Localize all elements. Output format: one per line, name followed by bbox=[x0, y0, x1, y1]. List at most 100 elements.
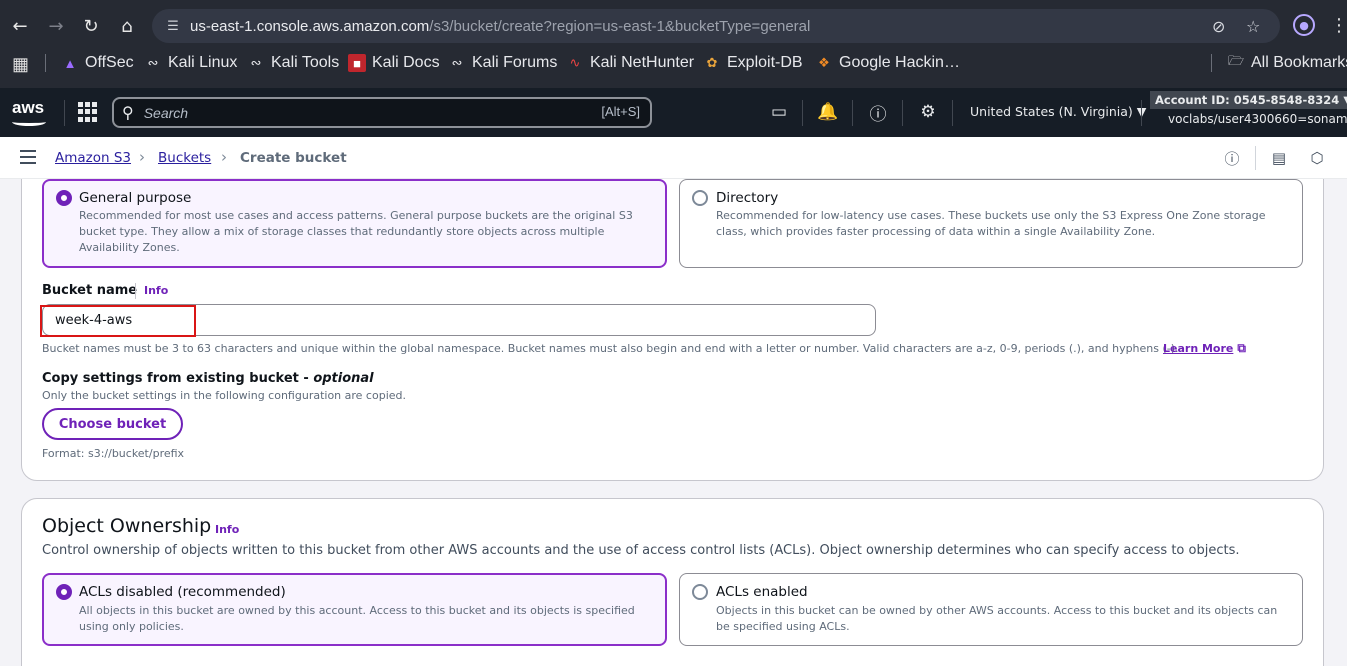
settings-gear-icon[interactable]: ⚙ bbox=[917, 101, 939, 123]
search-icon: ⚲ bbox=[122, 103, 134, 122]
breadcrumb: Amazon S3 › Buckets › Create bucket ⓘ ▤ … bbox=[0, 137, 1347, 179]
all-bookmarks[interactable]: 🗁 All Bookmarks bbox=[1227, 48, 1347, 78]
acls-enabled-option[interactable]: ACLs enabled Objects in this bucket can … bbox=[679, 573, 1303, 646]
nav-divider bbox=[64, 100, 65, 126]
tile-title: ACLs enabled bbox=[716, 584, 808, 600]
bookmark-offsec[interactable]: ▲ OffSec bbox=[61, 48, 134, 78]
nethunter-icon: ∿ bbox=[569, 55, 581, 70]
folder-icon: 🗁 bbox=[1227, 53, 1245, 68]
tile-description: Objects in this bucket can be owned by o… bbox=[716, 604, 1278, 633]
forward-button[interactable]: → bbox=[42, 12, 70, 40]
acls-disabled-option[interactable]: ACLs disabled (recommended) All objects … bbox=[42, 573, 667, 646]
url-path: /s3/bucket/create?region=us-east-1&bucke… bbox=[429, 17, 811, 35]
apps-grid-icon[interactable]: ▦ bbox=[12, 54, 29, 75]
address-bar[interactable]: ☰ us-east-1.console.aws.amazon.com/s3/bu… bbox=[152, 9, 1280, 43]
bookmark-label: Google Hackin… bbox=[839, 54, 960, 71]
bookmark-label: Exploit-DB bbox=[727, 54, 803, 71]
learn-more-label: Learn More bbox=[1163, 342, 1234, 355]
nav-divider bbox=[902, 100, 903, 126]
account-menu[interactable]: Account ID: 0545-8548-8324 ▼ bbox=[1150, 91, 1347, 109]
bucket-name-input[interactable] bbox=[42, 304, 876, 336]
all-bookmarks-label: All Bookmarks bbox=[1251, 54, 1347, 71]
object-ownership-info-link[interactable]: Info bbox=[215, 523, 239, 536]
radio-acls-enabled[interactable] bbox=[692, 584, 708, 600]
feedback-icon[interactable]: ⬡ bbox=[1307, 148, 1327, 168]
bookmark-label: OffSec bbox=[85, 54, 134, 71]
chevron-right-icon: › bbox=[221, 148, 227, 166]
profile-icon[interactable]: ● bbox=[1293, 14, 1315, 36]
account-id: Account ID: 0545-8548-8324 bbox=[1155, 93, 1340, 107]
user-role: voclabs/user4300660=sonam bbox=[1168, 112, 1347, 126]
bookmark-kali-linux[interactable]: ∾ Kali Linux bbox=[144, 48, 238, 78]
bookmark-label: Kali Docs bbox=[372, 54, 440, 71]
choose-bucket-button[interactable]: Choose bucket bbox=[42, 408, 183, 440]
star-icon[interactable]: ☆ bbox=[1246, 17, 1260, 36]
label-divider bbox=[135, 283, 136, 299]
hamburger-menu-icon[interactable] bbox=[20, 150, 36, 164]
breadcrumb-buckets[interactable]: Buckets bbox=[158, 150, 211, 166]
tile-title: General purpose bbox=[79, 190, 192, 206]
region-label: United States (N. Virginia) bbox=[970, 104, 1133, 119]
external-link-icon: ⧉ bbox=[1237, 341, 1246, 355]
learn-more-link[interactable]: Learn More ⧉ bbox=[1163, 341, 1246, 356]
tile-description: Recommended for low-latency use cases. T… bbox=[716, 209, 1266, 238]
search-input[interactable] bbox=[143, 104, 564, 121]
radio-acls-disabled[interactable] bbox=[56, 584, 72, 600]
breadcrumb-amazon-s3[interactable]: Amazon S3 bbox=[55, 150, 131, 166]
aws-logo-text: aws bbox=[12, 98, 45, 117]
exploit-db-icon: ✿ bbox=[706, 55, 718, 70]
bookmark-exploit-db[interactable]: ✿ Exploit-DB bbox=[703, 48, 803, 78]
copy-settings-desc: Only the bucket settings in the followin… bbox=[42, 389, 406, 402]
help-icon[interactable]: ⓘ bbox=[867, 101, 889, 125]
kebab-menu-icon[interactable]: ⋮ bbox=[1330, 12, 1347, 40]
optional-label: optional bbox=[313, 371, 374, 386]
tile-description: Recommended for most use cases and acces… bbox=[79, 209, 633, 254]
home-icon[interactable]: ⌂ bbox=[113, 12, 141, 40]
bucket-name-info-link[interactable]: Info bbox=[144, 284, 168, 297]
panel-toggle-icon[interactable]: ▤ bbox=[1269, 148, 1289, 168]
chevron-down-icon: ▼ bbox=[1343, 93, 1347, 107]
aws-smile-icon bbox=[12, 118, 46, 126]
nav-divider bbox=[852, 100, 853, 126]
info-icon[interactable]: ⓘ bbox=[1222, 148, 1242, 168]
browser-toolbar: ← → ↻ ⌂ ☰ us-east-1.console.aws.amazon.c… bbox=[0, 0, 1347, 88]
tile-title: ACLs disabled (recommended) bbox=[79, 584, 286, 600]
aws-top-nav: aws ⚲ [Alt+S] ▭ 🔔 ⓘ ⚙ United States (N. … bbox=[0, 88, 1347, 137]
bookmarks-bar: ▦ ▲ OffSec ∾ Kali Linux ∾ Kali Tools ■ Kali … bbox=[0, 48, 1347, 78]
copy-settings-format: Format: s3://bucket/prefix bbox=[42, 447, 185, 460]
aws-logo[interactable]: aws bbox=[12, 98, 46, 126]
notifications-bell-icon[interactable]: 🔔 bbox=[817, 101, 839, 123]
bookmark-kali-forums[interactable]: ∾ Kali Forums bbox=[448, 48, 558, 78]
aws-search-box[interactable]: ⚲ [Alt+S] bbox=[112, 97, 652, 128]
nav-divider bbox=[802, 100, 803, 126]
eye-off-icon[interactable]: ⊘ bbox=[1212, 17, 1225, 36]
services-menu-icon[interactable] bbox=[78, 102, 98, 122]
region-selector[interactable]: United States (N. Virginia) ▼ bbox=[970, 104, 1146, 119]
bucket-name-help: Bucket names must be 3 to 63 characters … bbox=[42, 342, 1179, 355]
toolbar-divider bbox=[1255, 146, 1256, 170]
copy-settings-label-text: Copy settings from existing bucket - bbox=[42, 371, 314, 386]
bookmark-kali-tools[interactable]: ∾ Kali Tools bbox=[247, 48, 340, 78]
ghdb-icon: ❖ bbox=[818, 55, 830, 70]
bookmark-label: Kali Forums bbox=[472, 54, 558, 71]
bookmark-kali-docs[interactable]: ■ Kali Docs bbox=[348, 48, 440, 78]
object-ownership-title: Object Ownership bbox=[42, 515, 212, 537]
reload-button[interactable]: ↻ bbox=[77, 12, 105, 40]
url-text[interactable]: us-east-1.console.aws.amazon.com/s3/buck… bbox=[190, 18, 810, 35]
url-host: us-east-1.console.aws.amazon.com bbox=[190, 17, 430, 35]
bucket-type-general-purpose[interactable]: General purpose Recommended for most use… bbox=[42, 179, 667, 268]
bucket-name-label: Bucket name bbox=[42, 283, 138, 298]
radio-general-purpose[interactable] bbox=[56, 190, 72, 206]
offsec-icon: ▲ bbox=[63, 55, 77, 71]
back-button[interactable]: ← bbox=[6, 12, 34, 40]
bucket-type-directory[interactable]: Directory Recommended for low-latency us… bbox=[679, 179, 1303, 268]
radio-directory[interactable] bbox=[692, 190, 708, 206]
search-shortcut: [Alt+S] bbox=[601, 104, 640, 119]
site-info-icon[interactable]: ☰ bbox=[162, 15, 184, 37]
bookmark-kali-nethunter[interactable]: ∿ Kali NetHunter bbox=[566, 48, 695, 78]
nav-divider bbox=[952, 100, 953, 126]
bookmark-google-hacking[interactable]: ❖ Google Hackin… bbox=[815, 48, 960, 78]
chevron-right-icon: › bbox=[139, 148, 145, 166]
bookmark-label: Kali NetHunter bbox=[590, 54, 695, 71]
cloudshell-icon[interactable]: ▭ bbox=[768, 101, 790, 123]
